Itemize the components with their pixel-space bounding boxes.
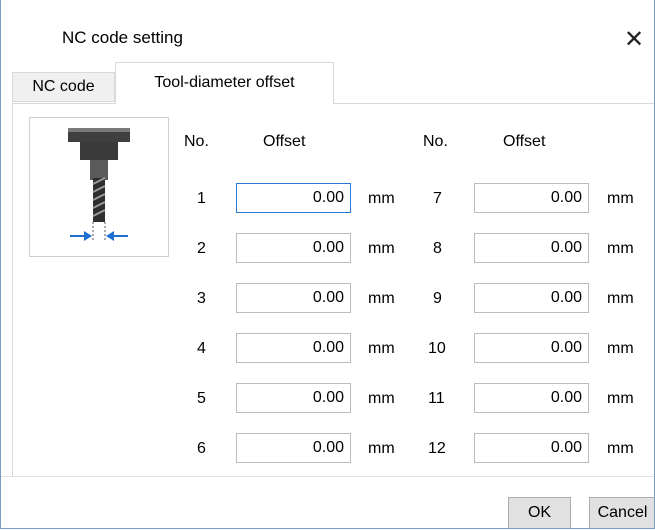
cancel-button[interactable]: Cancel	[589, 497, 654, 528]
header-no-left: No.	[184, 133, 209, 150]
close-icon[interactable]: ✕	[614, 20, 654, 60]
offset-field-2[interactable]: 0.00	[236, 233, 351, 263]
tab-tool-diameter-offset[interactable]: Tool-diameter offset	[115, 62, 334, 104]
nc-code-setting-dialog: NC code setting ✕ NC code Tool-diameter …	[0, 0, 655, 529]
unit-label-7: mm	[607, 190, 634, 207]
offset-field-1[interactable]: 0.00	[236, 183, 351, 213]
row-number-12: 12	[428, 440, 446, 457]
unit-label-4: mm	[368, 340, 395, 357]
row-number-4: 4	[197, 340, 206, 357]
offset-field-9[interactable]: 0.00	[474, 283, 589, 313]
row-number-3: 3	[197, 290, 206, 307]
offset-field-10[interactable]: 0.00	[474, 333, 589, 363]
unit-label-9: mm	[607, 290, 634, 307]
tool-diameter-diagram	[29, 117, 169, 257]
unit-label-8: mm	[607, 240, 634, 257]
row-number-1: 1	[197, 190, 206, 207]
row-number-8: 8	[433, 240, 442, 257]
tab-nc-code[interactable]: NC code	[12, 72, 115, 102]
offset-field-7[interactable]: 0.00	[474, 183, 589, 213]
row-number-10: 10	[428, 340, 446, 357]
row-number-11: 11	[428, 390, 445, 407]
row-number-2: 2	[197, 240, 206, 257]
unit-label-1: mm	[368, 190, 395, 207]
unit-label-6: mm	[368, 440, 395, 457]
footer-divider	[1, 476, 654, 477]
row-number-7: 7	[433, 190, 442, 207]
offset-field-3[interactable]: 0.00	[236, 283, 351, 313]
unit-label-3: mm	[368, 290, 395, 307]
row-number-6: 6	[197, 440, 206, 457]
offset-field-5[interactable]: 0.00	[236, 383, 351, 413]
ok-button[interactable]: OK	[508, 497, 571, 528]
offset-field-11[interactable]: 0.00	[474, 383, 589, 413]
unit-label-5: mm	[368, 390, 395, 407]
header-offset-right: Offset	[503, 133, 546, 150]
unit-label-2: mm	[368, 240, 395, 257]
tool-diameter-diagram-icon	[68, 128, 130, 242]
header-offset-left: Offset	[263, 133, 306, 150]
offset-field-8[interactable]: 0.00	[474, 233, 589, 263]
unit-label-12: mm	[607, 440, 634, 457]
header-no-right: No.	[423, 133, 448, 150]
window-title: NC code setting	[62, 28, 183, 47]
unit-label-11: mm	[607, 390, 634, 407]
row-number-9: 9	[433, 290, 442, 307]
row-number-5: 5	[197, 390, 206, 407]
offset-field-12[interactable]: 0.00	[474, 433, 589, 463]
unit-label-10: mm	[607, 340, 634, 357]
title-bar: NC code setting ✕	[1, 0, 654, 64]
offset-field-4[interactable]: 0.00	[236, 333, 351, 363]
offset-field-6[interactable]: 0.00	[236, 433, 351, 463]
